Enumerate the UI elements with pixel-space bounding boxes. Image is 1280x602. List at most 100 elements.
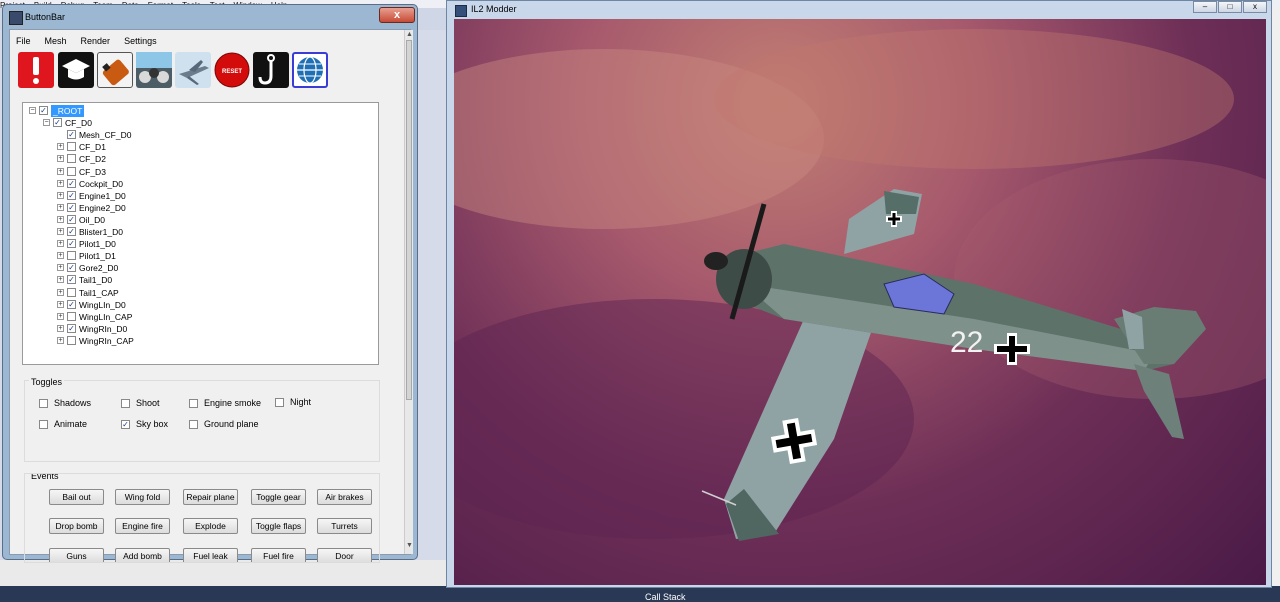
expand-icon[interactable]: + bbox=[57, 203, 64, 211]
tree-node-label[interactable]: WingRIn_D0 bbox=[79, 323, 127, 335]
tree-node-label[interactable]: Oil_D0 bbox=[79, 214, 105, 226]
checkbox[interactable]: ✓ bbox=[121, 420, 130, 430]
tree-node[interactable]: + CF_D1 bbox=[57, 141, 357, 153]
tree-node-label[interactable]: CF_D1 bbox=[79, 141, 106, 153]
scrollbar-thumb[interactable] bbox=[406, 40, 412, 400]
tree-node-checkbox[interactable]: ✓ bbox=[67, 299, 76, 309]
tree-node[interactable]: + ✓ Oil_D0 bbox=[57, 214, 357, 226]
tree-node[interactable]: + ✓ Blister1_D0 bbox=[57, 226, 357, 238]
checkbox[interactable] bbox=[39, 420, 48, 430]
menu-mesh[interactable]: Mesh bbox=[45, 36, 67, 46]
tree-node-label[interactable]: Pilot1_D1 bbox=[79, 250, 116, 262]
scroll-down-icon[interactable]: ▼ bbox=[406, 542, 413, 549]
tree-node-label[interactable]: Cockpit_D0 bbox=[79, 178, 123, 190]
tree-node-checkbox[interactable] bbox=[67, 251, 76, 261]
tree-node-checkbox[interactable]: ✓ bbox=[67, 227, 76, 236]
toggle-sky-box[interactable]: ✓ Sky box bbox=[121, 419, 168, 430]
tree-node[interactable]: + ✓ Engine1_D0 bbox=[57, 190, 357, 202]
event-add-bomb-button[interactable]: Add bomb bbox=[115, 548, 170, 562]
tree-node-label[interactable]: Tail1_CAP bbox=[79, 287, 119, 299]
expand-icon[interactable]: + bbox=[57, 336, 64, 344]
event-drop-bomb-button[interactable]: Drop bomb bbox=[49, 518, 104, 534]
tree-node[interactable]: + Tail1_CAP bbox=[57, 287, 357, 299]
tree-node-checkbox[interactable] bbox=[67, 154, 76, 164]
expand-icon[interactable]: + bbox=[57, 240, 64, 248]
tree-node[interactable]: + ✓ Tail1_D0 bbox=[57, 274, 357, 286]
tree-node-label[interactable]: Tail1_D0 bbox=[79, 274, 112, 286]
toggle-animate[interactable]: Animate bbox=[39, 419, 87, 430]
tree-node-label[interactable]: Pilot1_D0 bbox=[79, 238, 116, 250]
tree-node[interactable]: − ✓ _ROOT bbox=[29, 105, 329, 117]
event-bail-out-button[interactable]: Bail out bbox=[49, 489, 104, 505]
checkbox[interactable] bbox=[39, 399, 48, 409]
menu-render[interactable]: Render bbox=[81, 36, 111, 46]
tree-node-checkbox[interactable]: ✓ bbox=[53, 118, 62, 128]
expand-icon[interactable]: + bbox=[57, 143, 64, 151]
mesh-tree[interactable]: − ✓ _ROOT − ✓ CF_D0 ✓ Mesh_CF_D0 + CF_D1 + CF_D2 + CF… bbox=[22, 102, 379, 365]
tree-node-label[interactable]: Blister1_D0 bbox=[79, 226, 123, 238]
tree-node-checkbox[interactable]: ✓ bbox=[67, 202, 76, 212]
cockpit-icon[interactable] bbox=[136, 52, 172, 88]
tree-node-checkbox[interactable] bbox=[67, 166, 76, 176]
tree-node-label[interactable]: WingRIn_CAP bbox=[79, 335, 134, 347]
tree-node[interactable]: + WingRIn_CAP bbox=[57, 335, 357, 347]
tree-node-label[interactable]: Gore2_D0 bbox=[79, 262, 118, 274]
tree-node-checkbox[interactable] bbox=[67, 311, 76, 321]
expand-icon[interactable]: + bbox=[57, 276, 64, 284]
tree-node[interactable]: + ✓ Engine2_D0 bbox=[57, 202, 357, 214]
tree-node-checkbox[interactable]: ✓ bbox=[67, 263, 76, 273]
expand-icon[interactable]: + bbox=[57, 324, 64, 332]
tree-node-checkbox[interactable] bbox=[67, 287, 76, 297]
tree-node[interactable]: + CF_D2 bbox=[57, 153, 357, 165]
alert-icon[interactable] bbox=[18, 52, 54, 88]
tree-node-label[interactable]: CF_D0 bbox=[65, 117, 92, 129]
tree-node-checkbox[interactable] bbox=[67, 335, 76, 345]
il2-close-button[interactable]: x bbox=[1243, 1, 1267, 13]
toggle-engine-smoke[interactable]: Engine smoke bbox=[189, 398, 261, 409]
event-guns-button[interactable]: Guns bbox=[49, 548, 104, 562]
hook-icon[interactable] bbox=[253, 52, 289, 88]
event-fuel-leak-button[interactable]: Fuel leak bbox=[183, 548, 238, 562]
menu-file[interactable]: File bbox=[16, 36, 31, 46]
event-engine-fire-button[interactable]: Engine fire bbox=[115, 518, 170, 534]
event-fuel-fire-button[interactable]: Fuel fire bbox=[251, 548, 306, 562]
collapse-icon[interactable]: − bbox=[29, 107, 36, 114]
expand-icon[interactable]: + bbox=[57, 264, 64, 272]
tree-node[interactable]: ✓ Mesh_CF_D0 bbox=[57, 129, 357, 141]
checkbox[interactable] bbox=[189, 420, 198, 430]
tree-node-checkbox[interactable]: ✓ bbox=[67, 323, 76, 333]
collapse-icon[interactable]: − bbox=[43, 119, 50, 127]
minimize-button[interactable]: – bbox=[1193, 1, 1217, 13]
close-button[interactable]: x bbox=[379, 7, 415, 23]
expand-icon[interactable]: + bbox=[57, 215, 64, 223]
tree-node[interactable]: + ✓ Pilot1_D0 bbox=[57, 238, 357, 250]
toggle-night[interactable]: Night bbox=[275, 397, 311, 408]
vertical-scrollbar[interactable]: ▲ ▼ bbox=[404, 30, 413, 554]
expand-icon[interactable]: + bbox=[57, 155, 64, 163]
expand-icon[interactable]: + bbox=[57, 288, 64, 296]
expand-icon[interactable]: + bbox=[57, 300, 64, 308]
tree-node-label[interactable]: CF_D2 bbox=[79, 153, 106, 165]
menu-settings[interactable]: Settings bbox=[124, 36, 157, 46]
scroll-up-icon[interactable]: ▲ bbox=[406, 31, 413, 38]
event-turrets-button[interactable]: Turrets bbox=[317, 518, 372, 534]
tree-node-checkbox[interactable]: ✓ bbox=[67, 275, 76, 285]
call-stack-tab[interactable]: Call Stack bbox=[645, 592, 686, 602]
toggle-ground-plane[interactable]: Ground plane bbox=[189, 419, 259, 430]
tree-node-checkbox[interactable]: ✓ bbox=[67, 130, 76, 140]
toggle-shadows[interactable]: Shadows bbox=[39, 398, 91, 409]
tree-node-label[interactable]: Mesh_CF_D0 bbox=[79, 129, 131, 141]
checkbox[interactable] bbox=[121, 399, 130, 409]
event-air-brakes-button[interactable]: Air brakes bbox=[317, 489, 372, 505]
tree-node-checkbox[interactable]: ✓ bbox=[39, 106, 48, 115]
globe-icon[interactable] bbox=[292, 52, 328, 88]
tree-node[interactable]: + CF_D3 bbox=[57, 166, 357, 178]
tree-node-checkbox[interactable]: ✓ bbox=[67, 214, 76, 224]
tree-node[interactable]: − ✓ CF_D0 bbox=[43, 117, 343, 129]
tree-node[interactable]: + ✓ Gore2_D0 bbox=[57, 262, 357, 274]
event-door-button[interactable]: Door bbox=[317, 548, 372, 562]
tree-node-checkbox[interactable]: ✓ bbox=[67, 239, 76, 249]
reset-icon[interactable]: RESET bbox=[214, 52, 250, 88]
tree-node-checkbox[interactable]: ✓ bbox=[67, 178, 76, 188]
tree-node[interactable]: + WingLIn_CAP bbox=[57, 311, 357, 323]
